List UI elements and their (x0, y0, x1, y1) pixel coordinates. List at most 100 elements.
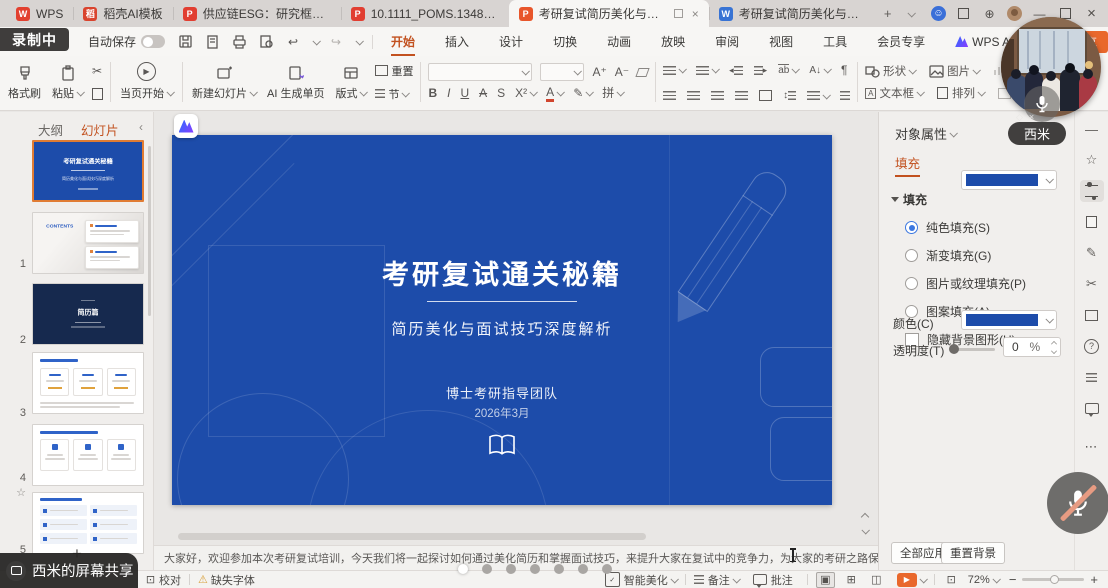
resources-icon[interactable] (1080, 366, 1104, 388)
tab-active-presentation[interactable]: P 考研复试简历美化与面试技巧 × (509, 0, 709, 27)
copy-icon[interactable] (92, 88, 103, 100)
spin-up-icon[interactable] (1051, 341, 1057, 347)
slide-thumbnail-6[interactable] (32, 492, 144, 554)
align-center-button[interactable] (687, 91, 700, 100)
tab-wps-home[interactable]: W WPS (6, 0, 73, 27)
animation-pane-icon[interactable] (1080, 211, 1104, 233)
increase-indent-button[interactable]: ▸ (754, 65, 768, 76)
wps-ai-assistant-button[interactable] (174, 114, 198, 138)
strikethrough-button[interactable]: A (479, 86, 487, 100)
justify-button[interactable] (735, 91, 748, 100)
notes-expand-icon[interactable] (861, 513, 869, 521)
text-shadow-button[interactable]: S (497, 86, 505, 100)
normal-view-button[interactable]: ▣ (816, 572, 835, 588)
menu-home[interactable]: 开始 (389, 29, 417, 54)
save-icon[interactable] (175, 32, 195, 52)
layout-button[interactable]: 版式 (333, 60, 368, 104)
workspace-icon[interactable] (955, 5, 972, 22)
para-spacing-button[interactable] (807, 91, 829, 100)
slide-editor-surface[interactable]: 考研复试通关秘籍 简历美化与面试技巧深度解析 博士考研指导团队 2026年3月 (172, 135, 832, 505)
proofread-button[interactable]: 校对 (159, 572, 181, 588)
tab-esg-document[interactable]: P 供应链ESG：研究框架、挑战与未来 (173, 0, 341, 27)
print-preview-icon[interactable] (256, 32, 276, 52)
output-icon[interactable] (202, 32, 222, 52)
color-dropdown[interactable] (961, 310, 1057, 330)
tab-word-document[interactable]: W 考研复试简历美化与面试技巧培训 (709, 0, 877, 27)
align-left-button[interactable] (663, 91, 676, 100)
favorites-star-icon[interactable]: ☆ (1080, 149, 1104, 171)
play-options-dropdown[interactable] (919, 575, 927, 583)
highlight-pen-button[interactable]: ✎ (573, 86, 592, 100)
help-icon[interactable]: ? (1080, 335, 1104, 357)
columns-button[interactable] (759, 90, 772, 101)
reset-button[interactable]: 重置 (375, 63, 413, 79)
ai-generate-page-button[interactable]: AI 生成单页 (265, 60, 326, 104)
text-direction-button[interactable]: ab (778, 64, 798, 76)
tab-list-dropdown[interactable] (899, 0, 921, 27)
sidebar-scrollbar[interactable] (148, 146, 151, 316)
decrease-font-button[interactable]: A⁻ (615, 65, 629, 79)
tab-close-icon[interactable]: × (692, 7, 699, 21)
smart-beautify-button[interactable]: ✓智能美化 (605, 572, 677, 588)
new-slide-button[interactable]: 新建幻灯片 (190, 60, 258, 104)
menu-slideshow[interactable]: 放映 (659, 29, 687, 54)
paragraph-settings-icon[interactable]: ¶ (841, 63, 847, 77)
zoom-level[interactable]: 72% (968, 574, 990, 586)
font-color-button[interactable]: A (546, 85, 563, 101)
outline-tab[interactable]: 大纲 (38, 120, 63, 139)
zoom-in-button[interactable]: + (1090, 572, 1098, 587)
canvas-horizontal-scrollbar[interactable] (178, 533, 646, 540)
more-options-icon[interactable]: ⋯ (1080, 436, 1104, 458)
fit-slide-button[interactable]: ⊡ (943, 573, 960, 587)
slide-thumbnail-3[interactable]: 简历篇 (32, 283, 144, 345)
section-button[interactable]: 节 (375, 86, 413, 102)
clear-format-icon[interactable] (636, 68, 650, 77)
missing-fonts-button[interactable]: 缺失字体 (211, 572, 255, 588)
slide-thumbnail-4[interactable] (32, 352, 144, 414)
cut-icon[interactable]: ✂ (92, 64, 103, 78)
picture-texture-fill-option[interactable]: 图片或纹理填充(P) (905, 275, 1074, 292)
numbered-list-button[interactable] (696, 66, 718, 75)
menu-view[interactable]: 视图 (767, 29, 795, 54)
bullet-list-button[interactable] (663, 66, 685, 75)
slide-thumbnail-5[interactable] (32, 424, 144, 486)
slide-thumbnail-1[interactable]: 考研复试通关秘籍 简历美化与面试技巧深度解析 (32, 140, 144, 202)
slides-tab[interactable]: 幻灯片 (81, 120, 119, 139)
arrange-button[interactable]: 排列 (937, 85, 984, 101)
menu-insert[interactable]: 插入 (443, 29, 471, 54)
italic-button[interactable]: I (447, 86, 450, 100)
print-icon[interactable] (229, 32, 249, 52)
decrease-indent-button[interactable]: ◂ (729, 65, 743, 76)
align-right-button[interactable] (711, 91, 724, 100)
collapse-panel-button[interactable]: — (1080, 118, 1104, 140)
line-spacing-button[interactable]: ↕ (783, 90, 796, 101)
slide-title[interactable]: 考研复试通关秘籍 (172, 253, 832, 292)
zoom-out-button[interactable]: − (1009, 572, 1017, 587)
font-family-select[interactable] (428, 63, 532, 81)
sort-text-button[interactable]: A↓ (809, 65, 830, 76)
font-size-select[interactable] (540, 63, 584, 81)
comment-bubble-icon[interactable] (1080, 397, 1104, 419)
gradient-fill-option[interactable]: 渐变填充(G) (905, 247, 1074, 264)
tab-popout-icon[interactable] (674, 9, 683, 18)
undo-icon[interactable]: ↩ (283, 32, 303, 52)
bold-button[interactable]: B (428, 86, 437, 100)
menu-tools[interactable]: 工具 (821, 29, 849, 54)
slide-subtitle[interactable]: 简历美化与面试技巧深度解析 (172, 318, 832, 339)
selection-frame-icon[interactable] (1080, 304, 1104, 326)
underline-button[interactable]: U (460, 86, 469, 100)
reset-background-button[interactable]: 重置背景 (941, 542, 1005, 564)
paste-button[interactable]: 粘贴 (50, 60, 85, 104)
design-pen-icon[interactable]: ✎ (1080, 242, 1104, 264)
slide-sorter-view-button[interactable]: ⊞ (843, 573, 860, 587)
feedback-smiley-icon[interactable]: ☺ (931, 6, 946, 21)
object-properties-icon[interactable] (1080, 180, 1104, 202)
comments-button[interactable]: 批注 (753, 572, 793, 588)
superscript-button[interactable]: X² (515, 86, 536, 100)
autosave-toggle[interactable] (141, 35, 165, 48)
solid-fill-option[interactable]: 纯色填充(S) (905, 219, 1074, 236)
tab-poms-pdf[interactable]: P 10.1111_POMS.13483.pdf (341, 0, 509, 27)
picture-button[interactable]: 图片 (929, 63, 979, 79)
textbox-button[interactable]: A文本框 (865, 85, 923, 101)
theme-globe-icon[interactable]: ⊕ (981, 5, 998, 22)
